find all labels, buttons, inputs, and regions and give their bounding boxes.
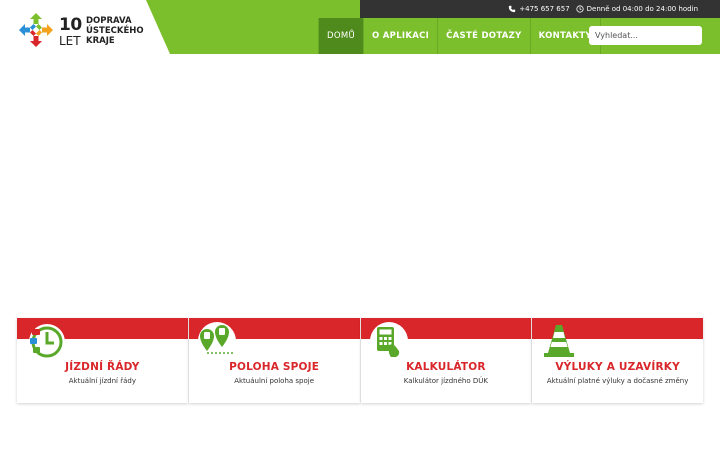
header: +475 657 657 Denně od 04:00 do 24:00 hod… [0, 0, 720, 54]
card-closures[interactable]: VÝLUKY A UZAVÍRKY Aktuální platné výluky… [532, 318, 703, 403]
opening-hours: Denně od 04:00 do 24:00 hodin [586, 5, 698, 13]
vehicle-location-icon [197, 322, 236, 360]
card-subtitle: Aktuáulní poloha spoje [234, 377, 315, 385]
card-title: JÍZDNÍ ŘÁDY [65, 361, 140, 373]
logo-let: LET [59, 34, 81, 48]
card-calculator[interactable]: KALKULÁTOR Kalkulátor jízdného DÚK [360, 318, 532, 403]
card-subtitle: Kalkulátor jízdného DÚK [403, 377, 488, 385]
top-info-bar: +475 657 657 Denně od 04:00 do 24:00 hod… [360, 0, 720, 18]
nav-item-faq[interactable]: ČASTÉ DOTAZY [438, 18, 531, 54]
hours-info: Denně od 04:00 do 24:00 hodin [576, 5, 698, 13]
phone-icon [509, 5, 516, 13]
main-nav: DOMŮ O APLIKACI ČASTÉ DOTAZY KONTAKTY [318, 18, 601, 54]
card-title: VÝLUKY A UZAVÍRKY [555, 361, 680, 373]
nav-item-about[interactable]: O APLIKACI [364, 18, 439, 54]
logo-number: 10 [59, 15, 82, 35]
logo-line-1: DOPRAVA [86, 16, 132, 26]
card-subtitle: Aktuální jízdní řády [68, 377, 136, 385]
phone-number: +475 657 657 [519, 5, 570, 13]
clock-icon [576, 5, 584, 13]
page: +475 657 657 Denně od 04:00 do 24:00 hod… [0, 0, 720, 450]
traffic-cone-icon [544, 325, 575, 357]
card-subtitle: Aktuální platné výluky a dočasné změny [546, 377, 689, 385]
site-logo[interactable]: 10 LET DOPRAVA ÚSTECKÉHO KRAJE [18, 12, 158, 50]
card-title: POLOHA SPOJE [229, 361, 320, 373]
service-cards: JÍZDNÍ ŘÁDY Aktuální jízdní řády POLOHA … [17, 318, 703, 403]
nav-item-home[interactable]: DOMŮ [318, 18, 364, 54]
search-input[interactable] [589, 26, 702, 45]
logo-text: DOPRAVA ÚSTECKÉHO KRAJE [86, 16, 144, 46]
logo-line-3: KRAJE [86, 36, 115, 46]
timetable-clock-icon [29, 324, 65, 360]
top-info-content: +475 657 657 Denně od 04:00 do 24:00 hod… [508, 0, 698, 18]
logo-arrows-icon [19, 13, 53, 47]
calculator-icon [369, 322, 408, 360]
card-title: KALKULÁTOR [406, 361, 486, 373]
phone-info[interactable]: +475 657 657 [508, 5, 570, 13]
card-timetables[interactable]: JÍZDNÍ ŘÁDY Aktuální jízdní řády [17, 318, 188, 403]
card-vehicle-position[interactable]: POLOHA SPOJE Aktuáulní poloha spoje [188, 318, 360, 403]
logo-line-2: ÚSTECKÉHO [86, 26, 144, 36]
